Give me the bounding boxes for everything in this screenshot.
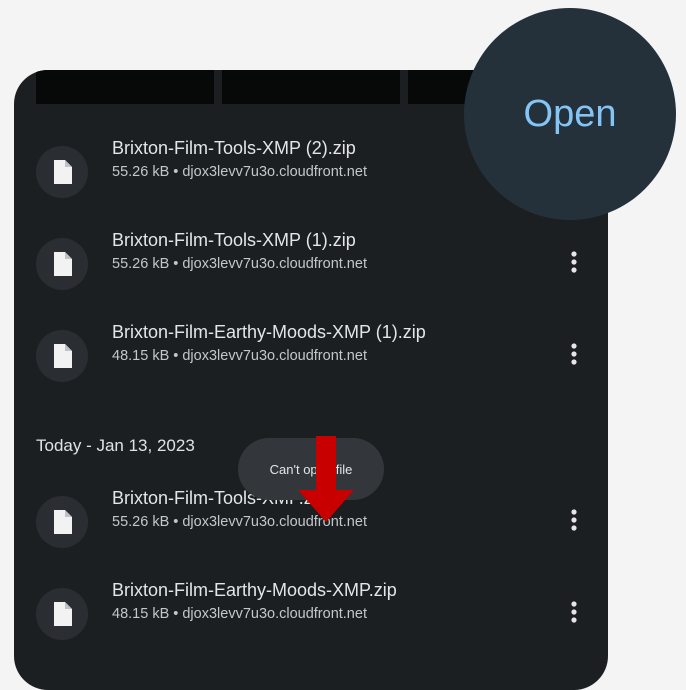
file-meta: 55.26 kB • djox3levv7u3o.cloudfront.net [112,164,367,180]
download-item[interactable]: Brixton-Film-Tools-XMP (1).zip 55.26 kB … [14,230,608,294]
arrow-down-icon [298,436,354,522]
more-vert-icon [571,601,577,623]
file-icon [36,146,88,198]
file-meta: 48.15 kB • djox3levv7u3o.cloudfront.net [112,606,367,622]
file-icon [36,588,88,640]
file-name: Brixton-Film-Tools-XMP (1).zip [112,230,356,250]
top-strip-segment [222,70,400,104]
more-vert-icon [571,251,577,273]
download-item[interactable]: Brixton-Film-Earthy-Moods-XMP (1).zip 48… [14,322,608,386]
file-name: Brixton-Film-Tools-XMP (2).zip [112,138,356,158]
file-meta: 48.15 kB • djox3levv7u3o.cloudfront.net [112,348,367,364]
more-vert-icon [571,343,577,365]
more-options-button[interactable] [556,592,592,632]
file-icon [36,238,88,290]
download-item[interactable]: Brixton-Film-Earthy-Moods-XMP.zip 48.15 … [14,580,608,644]
file-name: Brixton-Film-Earthy-Moods-XMP (1).zip [112,322,426,342]
file-icon [36,496,88,548]
file-name: Brixton-Film-Earthy-Moods-XMP.zip [112,580,397,600]
top-strip-segment [36,70,214,104]
open-button[interactable]: Open [464,8,676,220]
file-icon [36,330,88,382]
file-meta: 55.26 kB • djox3levv7u3o.cloudfront.net [112,256,367,272]
section-date-header: Today - Jan 13, 2023 [36,436,195,455]
more-options-button[interactable] [556,500,592,540]
more-vert-icon [571,509,577,531]
more-options-button[interactable] [556,242,592,282]
open-button-label: Open [523,92,617,135]
more-options-button[interactable] [556,334,592,374]
